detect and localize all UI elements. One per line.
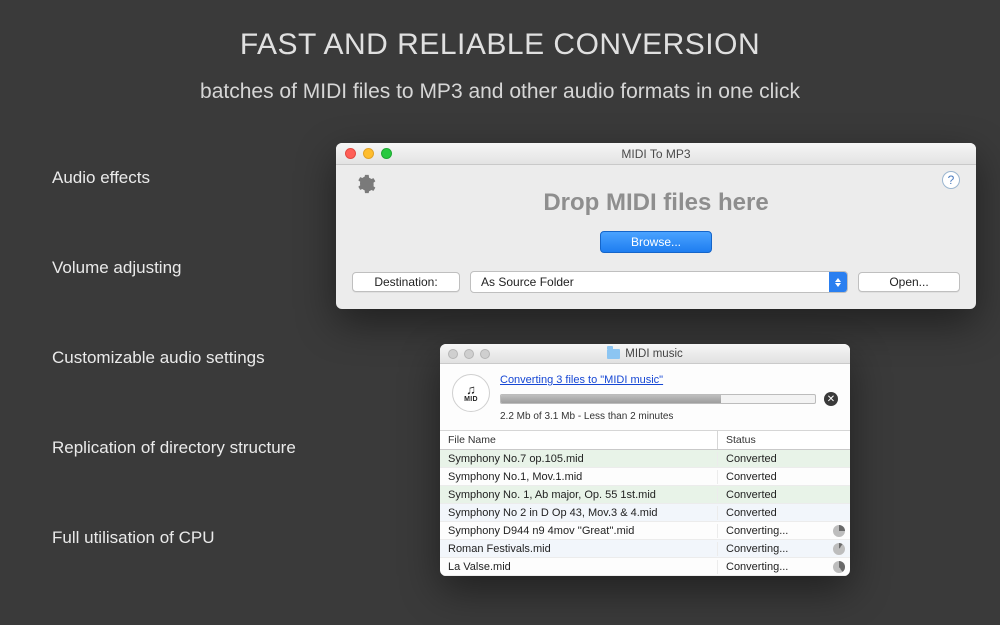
feature-item: Full utilisation of CPU [52,528,296,548]
file-table: Symphony No.7 op.105.mid Converted Symph… [440,450,850,576]
settings-button[interactable] [354,173,376,195]
column-header-status[interactable]: Status [718,431,850,449]
promo-headline: FAST AND RELIABLE CONVERSION [0,0,1000,62]
cell-status: Converted [718,452,828,466]
window-titlebar[interactable]: MIDI music [440,344,850,364]
help-button[interactable]: ? [942,171,960,189]
progress-pie-icon [833,561,845,573]
progress-pie-icon [833,543,845,555]
cell-filename: Symphony No. 1, Ab major, Op. 55 1st.mid [440,488,718,502]
table-row[interactable]: Symphony No.1, Mov.1.mid Converted [440,468,850,486]
destination-select[interactable]: As Source Folder [470,271,848,293]
cell-status: Converting... [718,560,828,574]
progress-bar [500,394,816,404]
table-header: File Name Status [440,431,850,450]
gear-icon [354,173,376,195]
table-row[interactable]: Symphony D944 n9 4mov ''Great''.mid Conv… [440,522,850,540]
feature-list: Audio effects Volume adjusting Customiza… [52,168,296,548]
cell-status: Converted [718,506,828,520]
table-row[interactable]: Symphony No 2 in D Op 43, Mov.3 & 4.mid … [440,504,850,522]
cell-filename: La Valse.mid [440,560,718,574]
cell-status: Converting... [718,524,828,538]
feature-item: Audio effects [52,168,296,188]
destination-value: As Source Folder [471,275,829,289]
cell-filename: Roman Festivals.mid [440,542,718,556]
progress-pie-icon [833,525,845,537]
open-button[interactable]: Open... [858,272,960,292]
feature-item: Customizable audio settings [52,348,296,368]
promo-subhead: batches of MIDI files to MP3 and other a… [0,80,1000,104]
progress-detail: 2.2 Mb of 3.1 Mb - Less than 2 minutes [500,411,838,422]
conversion-status-link[interactable]: Converting 3 files to "MIDI music" [500,374,663,386]
table-row[interactable]: Symphony No.7 op.105.mid Converted [440,450,850,468]
browse-button[interactable]: Browse... [600,231,712,253]
cell-filename: Symphony No 2 in D Op 43, Mov.3 & 4.mid [440,506,718,520]
window-titlebar[interactable]: MIDI To MP3 [336,143,976,165]
table-row[interactable]: Symphony No. 1, Ab major, Op. 55 1st.mid… [440,486,850,504]
select-stepper-icon [829,272,847,292]
cell-status: Converted [718,470,828,484]
main-app-window: MIDI To MP3 ? Drop MIDI files here Brows… [336,143,976,309]
cell-filename: Symphony D944 n9 4mov ''Great''.mid [440,524,718,538]
table-row[interactable]: La Valse.mid Converting... [440,558,850,576]
window-title: MIDI music [625,348,683,360]
midi-file-icon: ♫ MID [452,374,490,412]
cell-status: Converted [718,488,828,502]
cell-status: Converting... [718,542,828,556]
feature-item: Replication of directory structure [52,438,296,458]
progress-window: MIDI music ♫ MID Converting 3 files to "… [440,344,850,576]
close-icon: ✕ [827,394,835,405]
cell-filename: Symphony No.7 op.105.mid [440,452,718,466]
drop-zone-label: Drop MIDI files here [352,189,960,217]
cell-filename: Symphony No.1, Mov.1.mid [440,470,718,484]
column-header-filename[interactable]: File Name [440,431,718,449]
feature-item: Volume adjusting [52,258,296,278]
window-title: MIDI To MP3 [336,147,976,161]
cancel-button[interactable]: ✕ [824,392,838,406]
destination-button[interactable]: Destination: [352,272,460,292]
table-row[interactable]: Roman Festivals.mid Converting... [440,540,850,558]
folder-icon [607,349,620,359]
music-note-icon: ♫ [466,383,476,396]
